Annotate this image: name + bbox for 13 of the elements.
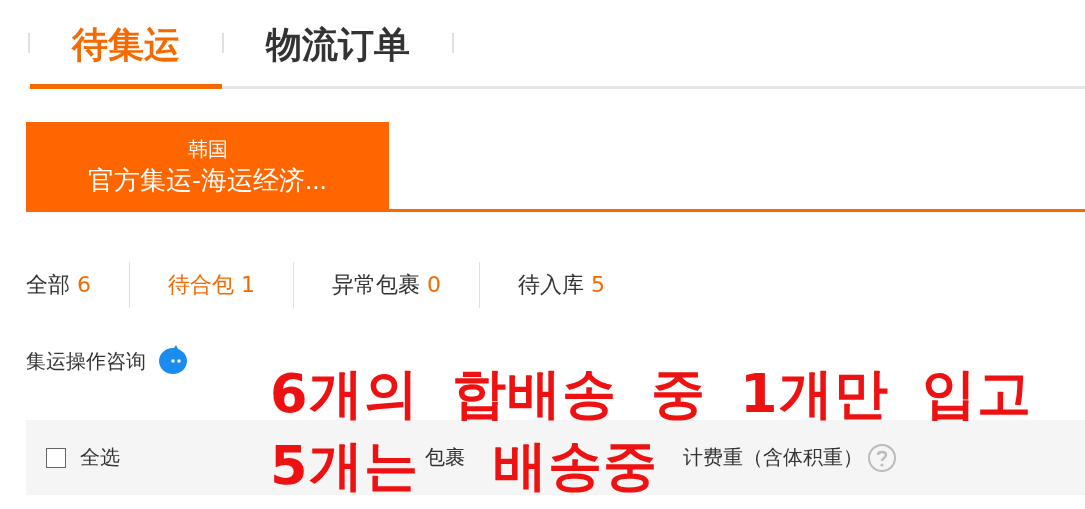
annotation-text: 배송중 bbox=[492, 433, 658, 499]
filter-tab[interactable]: 全部 6 bbox=[26, 262, 129, 308]
consult-label: 集运操作咨询 bbox=[26, 347, 146, 375]
checkbox[interactable] bbox=[46, 447, 66, 468]
tab[interactable]: 物流订单 bbox=[224, 0, 452, 89]
column-header: 包裹 bbox=[425, 444, 465, 471]
filter-tab[interactable]: 待入库 5 bbox=[479, 262, 643, 308]
filter-tab[interactable]: 异常包裹 0 bbox=[293, 262, 479, 308]
annotation-text: 6개의 합배송 중 1개만 입고 bbox=[270, 361, 1033, 427]
column-header: 计费重（含体积重） bbox=[683, 444, 863, 471]
help-icon[interactable] bbox=[867, 442, 897, 473]
annotation-text: 5개는 bbox=[270, 433, 419, 499]
select-all-label: 全选 bbox=[80, 444, 120, 471]
